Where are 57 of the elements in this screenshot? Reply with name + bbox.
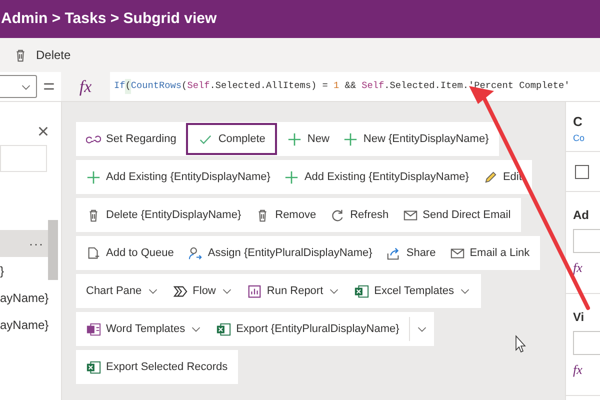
command-button[interactable]: Add Existing {EntityDisplayName} <box>82 161 274 193</box>
spreadsheet-icon <box>354 284 370 298</box>
command-button[interactable]: Delete {EntityDisplayName} <box>82 199 246 231</box>
search-field[interactable] <box>0 145 47 172</box>
more-options-button[interactable]: ··· <box>29 234 44 252</box>
spreadsheet-icon <box>216 322 232 336</box>
command-button[interactable]: Export Selected Records <box>82 351 232 383</box>
formula-input[interactable]: If(CountRows(Self.Selected.AllItems) = 1 && Self.Selected.Item.'Percent Complete' <box>110 72 600 101</box>
command-button[interactable]: Add to Queue <box>82 237 178 269</box>
scrollbar[interactable] <box>48 220 58 280</box>
plus-icon <box>343 132 358 146</box>
command-button[interactable]: Send Direct Email <box>398 199 515 231</box>
command-button[interactable]: Complete <box>186 123 278 155</box>
property-dropdown[interactable] <box>0 75 37 98</box>
panel-subtitle: Co <box>573 132 586 144</box>
command-button[interactable]: Flow <box>168 275 237 307</box>
report-icon <box>246 284 262 298</box>
close-button[interactable]: × <box>37 122 49 142</box>
document-icon <box>86 246 101 260</box>
document-icon <box>86 322 101 336</box>
command-button[interactable]: Edit <box>478 161 526 193</box>
fx-button[interactable]: fx <box>573 258 600 278</box>
property-label: Vi <box>573 309 586 326</box>
command-button[interactable]: Assign {EntityPluralDisplayName} <box>184 237 376 269</box>
command-button[interactable]: New {EntityDisplayName} <box>339 123 493 155</box>
spreadsheet-icon <box>86 360 101 374</box>
plus-icon <box>287 132 302 146</box>
command-button[interactable]: Word Templates <box>82 313 206 345</box>
pencil-icon <box>482 170 498 184</box>
flow-icon <box>172 284 188 298</box>
command-button[interactable]: New <box>283 123 334 155</box>
split-dropdown-button[interactable] <box>409 317 428 341</box>
command-button[interactable]: Add Existing {EntityDisplayName} <box>280 161 473 193</box>
command-button[interactable]: Export {EntityPluralDisplayName} <box>212 313 404 345</box>
command-button[interactable]: Excel Templates <box>350 275 476 307</box>
command-button[interactable]: Run Report <box>242 275 344 307</box>
command-button[interactable]: Refresh <box>326 199 393 231</box>
list-item[interactable]: ··· <box>0 230 48 257</box>
plus-icon <box>86 170 101 184</box>
command-button[interactable]: Share <box>382 237 440 269</box>
equals-sign: = <box>42 74 56 100</box>
delete-button[interactable]: Delete <box>12 46 72 64</box>
command-button[interactable]: Chart Pane <box>82 275 163 307</box>
fx-button[interactable]: fx <box>573 360 600 380</box>
refresh-icon <box>330 208 346 222</box>
command-button[interactable]: Set Regarding <box>82 123 180 155</box>
checkbox[interactable] <box>575 164 589 178</box>
breadcrumb: Admin > Tasks > Subgrid view <box>1 8 217 29</box>
fx-button[interactable]: fx <box>61 72 110 101</box>
command-button[interactable]: Remove <box>251 199 320 231</box>
command-button[interactable]: Email a Link <box>446 237 534 269</box>
plus-icon <box>284 170 300 184</box>
share-icon <box>386 246 402 260</box>
property-label: Ad <box>573 207 590 224</box>
person-icon <box>188 246 203 260</box>
mouse-cursor-icon <box>516 334 526 353</box>
panel-title: C <box>573 113 584 131</box>
